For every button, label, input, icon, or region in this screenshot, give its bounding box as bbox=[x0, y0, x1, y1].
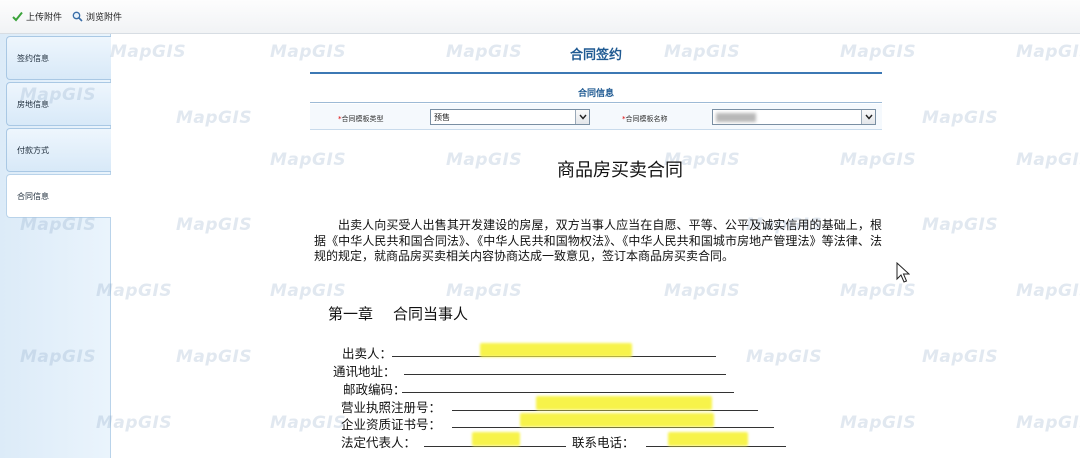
chapter-heading: 第一章 合同当事人 bbox=[328, 303, 468, 324]
phone-line bbox=[646, 446, 786, 447]
legal-rep-label: 法定代表人： bbox=[341, 435, 417, 450]
chevron-down-icon bbox=[861, 110, 875, 124]
license-value-highlight bbox=[536, 396, 712, 410]
qualification-no-label: 企业资质证书号： bbox=[341, 417, 442, 432]
postcode-line bbox=[402, 392, 734, 393]
watermark-text: MapGIS bbox=[664, 281, 741, 301]
watermark-text: MapGIS bbox=[922, 215, 999, 235]
watermark-text: MapGIS bbox=[270, 281, 347, 301]
address-label: 通讯地址： bbox=[333, 364, 396, 379]
watermark-text: MapGIS bbox=[922, 108, 999, 128]
postcode-label: 邮政编码： bbox=[343, 382, 406, 397]
upload-attachment-label: 上传附件 bbox=[26, 13, 63, 23]
watermark-text: MapGIS bbox=[270, 413, 347, 433]
watermark-text: MapGIS bbox=[840, 281, 917, 301]
title-divider bbox=[310, 72, 882, 74]
sidebar-item-label: 房地信息 bbox=[17, 99, 49, 109]
watermark-text: MapGIS bbox=[840, 413, 917, 433]
seller-value-highlight bbox=[480, 343, 632, 357]
chevron-down-icon bbox=[575, 110, 589, 124]
checkmark-icon bbox=[12, 11, 23, 22]
section-divider bbox=[310, 102, 882, 103]
browse-attachment-label: 浏览附件 bbox=[86, 13, 123, 23]
watermark-text: MapGIS bbox=[110, 42, 187, 62]
watermark-text: MapGIS bbox=[176, 347, 253, 367]
watermark-text: MapGIS bbox=[922, 347, 999, 367]
qualification-no-line bbox=[452, 427, 774, 428]
template-type-label: *合同模板类型 bbox=[338, 115, 384, 123]
section-title: 合同信息 bbox=[577, 89, 614, 99]
sidebar-item-payment-method[interactable]: 付款方式 bbox=[6, 128, 111, 172]
toolbar: 上传附件 浏览附件 bbox=[0, 0, 1080, 34]
browse-attachment-button[interactable]: 浏览附件 bbox=[72, 10, 122, 23]
watermark-text: MapGIS bbox=[746, 347, 823, 367]
chapter-title: 合同当事人 bbox=[393, 305, 469, 323]
page-title: 合同签约 bbox=[569, 48, 622, 63]
template-type-value: 预售 bbox=[434, 112, 450, 122]
template-name-label: *合同模板名称 bbox=[622, 115, 668, 123]
sidebar-item-label: 付款方式 bbox=[17, 145, 49, 155]
sidebar: 签约信息 房地信息 付款方式 合同信息 bbox=[0, 34, 111, 458]
watermark-text: MapGIS bbox=[176, 215, 253, 235]
mouse-cursor-icon bbox=[896, 262, 910, 283]
phone-label: 联系电话： bbox=[572, 435, 635, 450]
seller-label: 出卖人： bbox=[342, 346, 393, 361]
license-no-line bbox=[452, 410, 758, 411]
sidebar-item-label: 合同信息 bbox=[17, 191, 49, 201]
address-line bbox=[404, 374, 726, 375]
watermark-text: MapGIS bbox=[1016, 42, 1080, 62]
watermark-text: MapGIS bbox=[446, 281, 523, 301]
contract-title: 商品房买卖合同 bbox=[557, 160, 683, 181]
redacted-value bbox=[716, 112, 756, 122]
chapter-number: 第一章 bbox=[328, 305, 374, 323]
watermark-text: MapGIS bbox=[1016, 413, 1080, 433]
sidebar-item-property-info[interactable]: 房地信息 bbox=[6, 82, 111, 126]
phone-value-highlight bbox=[668, 432, 748, 446]
upload-attachment-button[interactable]: 上传附件 bbox=[12, 10, 62, 23]
template-name-select[interactable] bbox=[712, 109, 876, 125]
magnifier-icon bbox=[72, 11, 83, 22]
qualification-value-highlight bbox=[520, 413, 714, 427]
legal-rep-value-highlight bbox=[472, 432, 520, 446]
watermark-text: MapGIS bbox=[1016, 150, 1080, 170]
sidebar-item-signing-info[interactable]: 签约信息 bbox=[6, 36, 111, 80]
sidebar-item-label: 签约信息 bbox=[17, 53, 49, 63]
legal-rep-line bbox=[424, 446, 566, 447]
contract-preamble: 出卖人向买受人出售其开发建设的房屋，双方当事人应当在自愿、平等、公平及诚实信用的… bbox=[314, 218, 882, 263]
watermark-text: MapGIS bbox=[176, 108, 253, 128]
template-type-select[interactable]: 预售 bbox=[430, 109, 590, 125]
watermark-text: MapGIS bbox=[1016, 281, 1080, 301]
template-form-row: *合同模板类型 预售 *合同模板名称 bbox=[310, 104, 882, 130]
sidebar-item-contract-info[interactable]: 合同信息 bbox=[6, 174, 111, 218]
